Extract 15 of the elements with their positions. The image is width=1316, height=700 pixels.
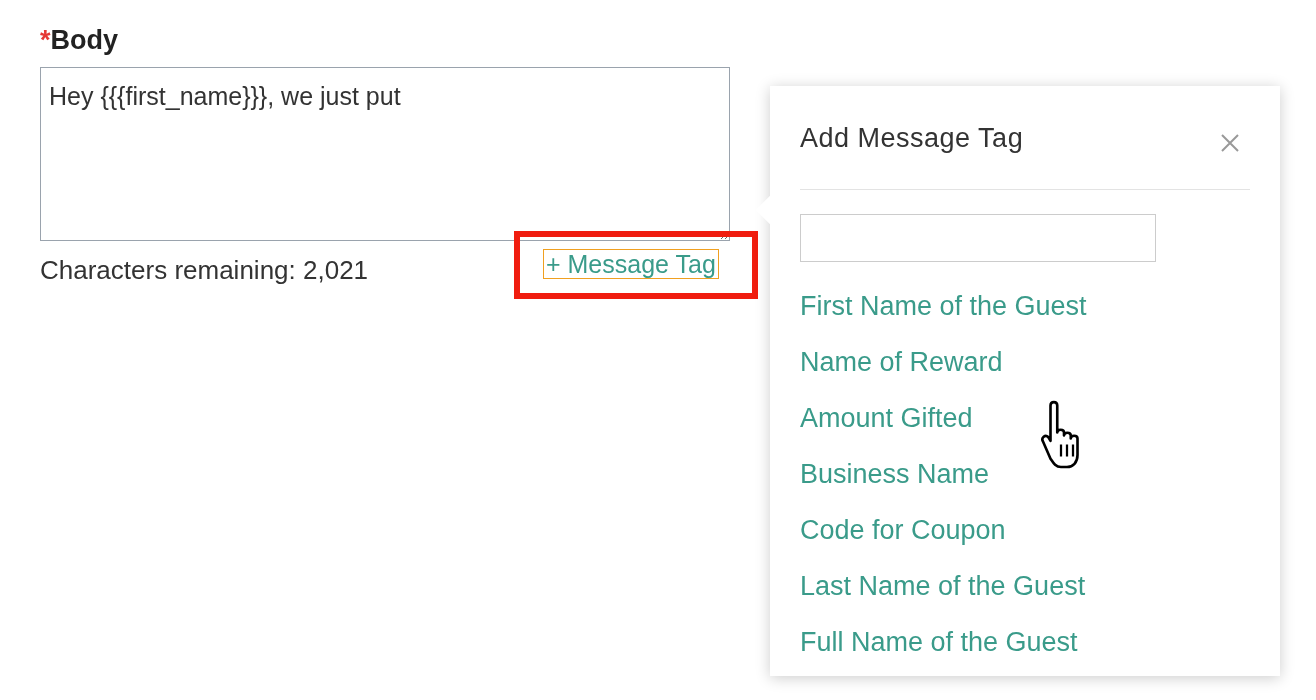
- characters-remaining: Characters remaining: 2,021: [40, 253, 369, 287]
- required-mark: *: [40, 24, 51, 57]
- tag-option[interactable]: Name of Reward: [800, 333, 1003, 390]
- tag-option[interactable]: Business Name: [800, 445, 990, 502]
- tag-search-field[interactable]: [800, 213, 1156, 262]
- tag-option[interactable]: Full Name of the Guest: [800, 613, 1078, 670]
- popover-title: Add Message Tag: [800, 122, 1024, 155]
- tag-option[interactable]: Amount Gifted: [800, 389, 973, 446]
- body-textarea[interactable]: Hey {{{first_name}}}, we just put: [40, 66, 730, 241]
- message-tag-link[interactable]: + Message Tag: [543, 249, 719, 279]
- field-label: Body: [50, 24, 118, 57]
- tag-option[interactable]: Last Name of the Guest: [800, 557, 1086, 614]
- tag-option[interactable]: First Name of the Guest: [800, 277, 1087, 334]
- tag-option[interactable]: Code for Coupon: [800, 501, 1006, 558]
- close-icon[interactable]: [1220, 133, 1240, 154]
